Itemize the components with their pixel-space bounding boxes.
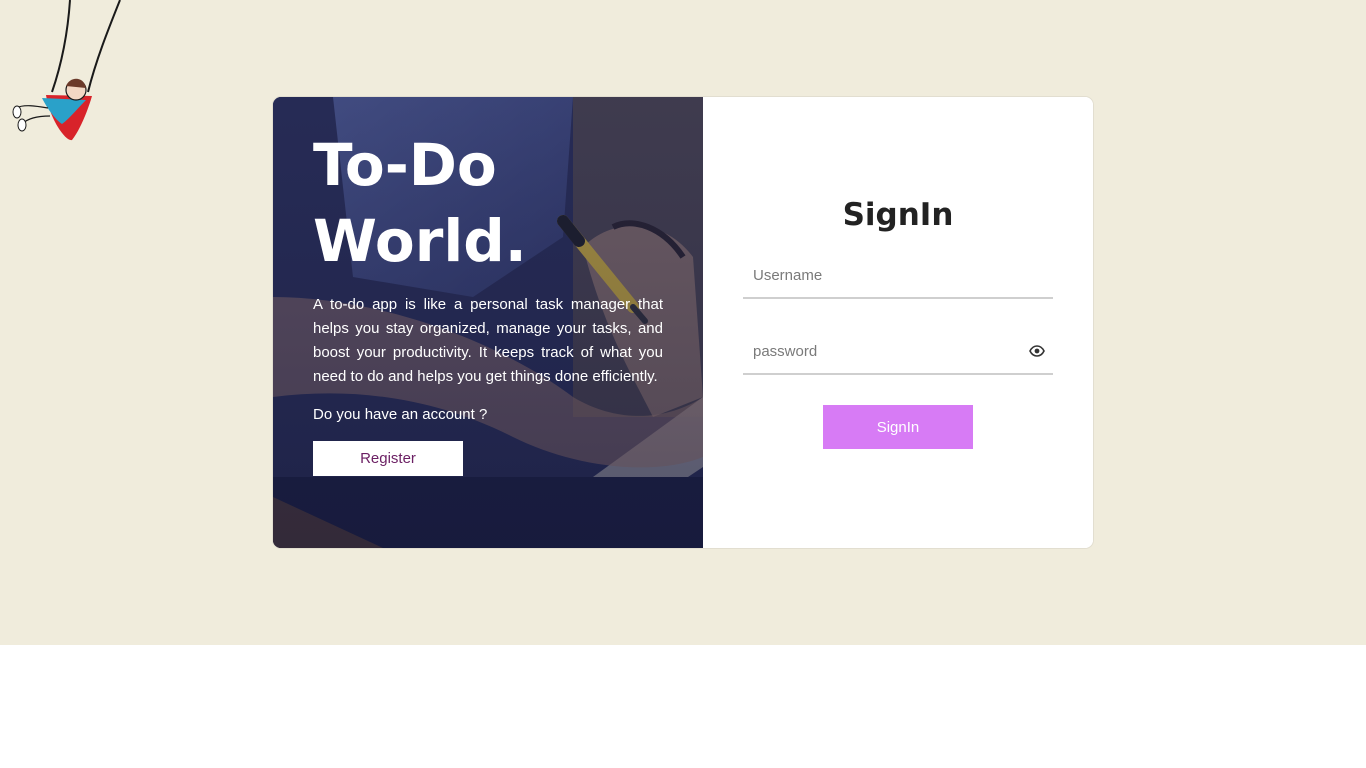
password-input[interactable]	[743, 329, 1033, 373]
brand-panel: To-Do World. A to-do app is like a perso…	[273, 97, 703, 548]
signin-panel: SignIn SignIn	[703, 97, 1093, 548]
signin-title: SignIn	[842, 197, 954, 233]
username-input[interactable]	[743, 253, 1033, 297]
password-field	[743, 329, 1053, 375]
brand-content: To-Do World. A to-do app is like a perso…	[313, 127, 663, 476]
brand-description: A to-do app is like a personal task mana…	[313, 296, 663, 385]
account-question: Do you have an account ?	[313, 406, 488, 423]
swing-illustration-icon	[12, 0, 121, 141]
username-field	[743, 253, 1053, 299]
eye-icon[interactable]	[1029, 343, 1045, 359]
register-button[interactable]: Register	[313, 441, 463, 476]
brand-title: To-Do World.	[313, 127, 663, 279]
auth-card: To-Do World. A to-do app is like a perso…	[273, 97, 1093, 548]
signin-button[interactable]: SignIn	[823, 405, 973, 449]
brand-title-line1: To-Do	[313, 131, 497, 199]
brand-title-line2: World.	[313, 207, 527, 275]
